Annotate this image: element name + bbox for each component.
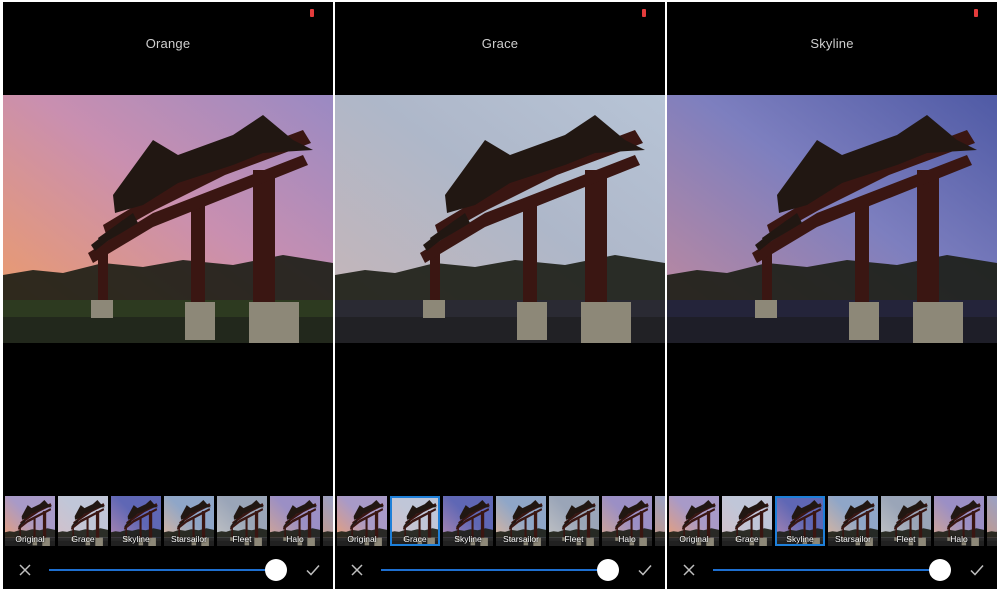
intensity-slider-knob[interactable] [265, 559, 287, 581]
filter-thumb-label: Grace [403, 534, 427, 544]
battery-indicator-icon [974, 9, 978, 17]
filter-thumb-fleet[interactable]: Fleet [881, 496, 931, 546]
intensity-slider-knob[interactable] [597, 559, 619, 581]
filter-thumb-label: Starsailor [835, 534, 871, 544]
filter-thumb-label: Fleet [564, 534, 584, 544]
close-icon[interactable] [681, 562, 697, 578]
filter-thumb-label: Grace [735, 534, 759, 544]
filter-thumb-label: Fleet [232, 534, 252, 544]
adjust-controls [3, 556, 333, 584]
filter-strip[interactable]: Original Grace Skyline Starsailor Fleet … [337, 496, 665, 546]
filter-thumb-skyline[interactable]: Skyline [111, 496, 161, 546]
filter-thumb-label: Starsailor [503, 534, 539, 544]
filter-thumb-grace[interactable]: Grace [722, 496, 772, 546]
adjust-controls [335, 556, 665, 584]
adjust-controls [667, 556, 997, 584]
filter-thumb-original[interactable]: Original [5, 496, 55, 546]
filter-thumb-label: Original [15, 534, 45, 544]
filter-thumb-fleet[interactable]: Fleet [549, 496, 599, 546]
checkmark-icon[interactable] [637, 562, 653, 578]
filter-thumb-starsailor[interactable]: Starsailor [164, 496, 214, 546]
filter-title: Grace [481, 36, 519, 51]
filter-thumb-original[interactable]: Original [669, 496, 719, 546]
intensity-slider-knob[interactable] [929, 559, 951, 581]
filter-title: Skyline [810, 36, 854, 51]
filter-thumb-partial[interactable] [655, 496, 665, 546]
intensity-slider-track[interactable] [713, 569, 943, 571]
filter-thumb-original[interactable]: Original [337, 496, 387, 546]
filter-thumb-label: Original [679, 534, 709, 544]
filter-thumb-label: Grace [71, 534, 95, 544]
filter-strip[interactable]: Original Grace Skyline Starsailor Fleet … [669, 496, 997, 546]
filter-title: Orange [145, 36, 191, 51]
filter-thumb-skyline[interactable]: Skyline [443, 496, 493, 546]
filter-thumb-skyline[interactable]: Skyline [775, 496, 825, 546]
filter-thumb-label: Fleet [896, 534, 916, 544]
filter-thumb-halo[interactable]: Halo [270, 496, 320, 546]
filter-thumb-grace[interactable]: Grace [58, 496, 108, 546]
filter-thumb-label: Halo [950, 534, 968, 544]
photo-preview [667, 95, 997, 343]
filter-thumb-partial[interactable] [987, 496, 997, 546]
intensity-slider-track[interactable] [381, 569, 611, 571]
editor-screen-orange: Orange Original Grace Skyline Starsailor… [3, 2, 333, 589]
filter-thumb-starsailor[interactable]: Starsailor [496, 496, 546, 546]
battery-indicator-icon [642, 9, 646, 17]
close-icon[interactable] [17, 562, 33, 578]
filter-thumb-halo[interactable]: Halo [934, 496, 984, 546]
filter-thumb-label: Original [347, 534, 377, 544]
filter-thumb-label: Starsailor [171, 534, 207, 544]
filter-thumb-label: Halo [618, 534, 636, 544]
checkmark-icon[interactable] [305, 562, 321, 578]
filter-thumb-halo[interactable]: Halo [602, 496, 652, 546]
battery-indicator-icon [310, 9, 314, 17]
photo-preview [3, 95, 333, 343]
filter-thumb-label: Skyline [122, 534, 150, 544]
filter-thumb-fleet[interactable]: Fleet [217, 496, 267, 546]
checkmark-icon[interactable] [969, 562, 985, 578]
close-icon[interactable] [349, 562, 365, 578]
intensity-slider-track[interactable] [49, 569, 279, 571]
filter-thumb-grace[interactable]: Grace [390, 496, 440, 546]
filter-thumb-label: Skyline [454, 534, 482, 544]
filter-thumb-starsailor[interactable]: Starsailor [828, 496, 878, 546]
filter-thumb-label: Skyline [786, 534, 814, 544]
filter-thumb-label: Halo [286, 534, 304, 544]
photo-preview [335, 95, 665, 343]
filter-thumb-partial[interactable] [323, 496, 333, 546]
filter-strip[interactable]: Original Grace Skyline Starsailor Fleet … [5, 496, 333, 546]
editor-screen-skyline: Skyline Original Grace Skyline Starsailo… [667, 2, 997, 589]
editor-screen-grace: Grace Original Grace Skyline Starsailor … [335, 2, 665, 589]
